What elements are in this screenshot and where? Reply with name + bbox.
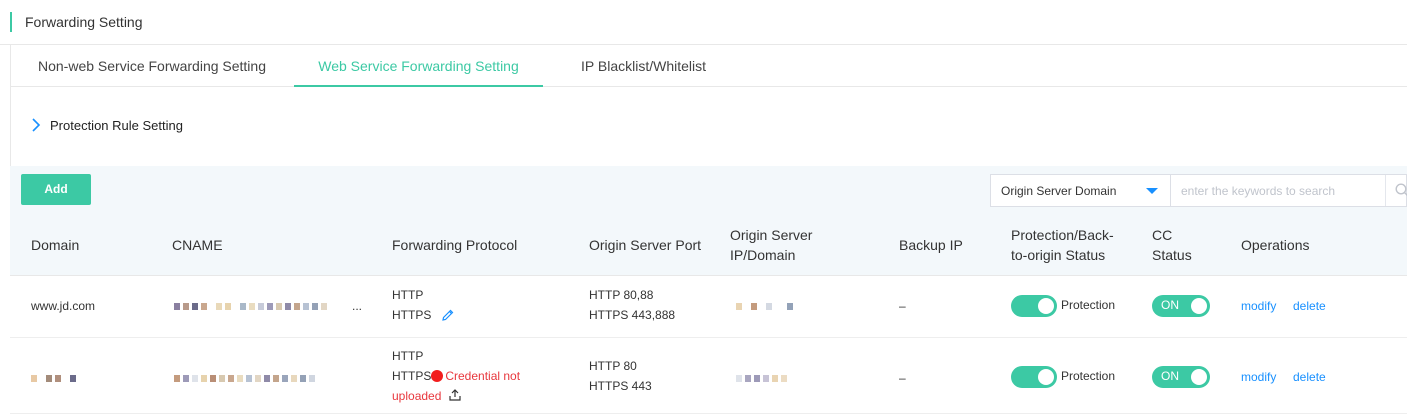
cell-domain bbox=[31, 368, 111, 388]
search-box bbox=[1170, 174, 1407, 207]
search-field-selected: Origin Server Domain bbox=[1001, 184, 1117, 198]
table-row: HTTP HTTPS Credential not uploaded HTTP 8… bbox=[10, 338, 1407, 414]
cell-cname: ... bbox=[174, 296, 374, 316]
cell-origin bbox=[736, 296, 816, 316]
toggle-knob bbox=[1038, 298, 1054, 314]
port-https: HTTPS 443 bbox=[589, 379, 652, 393]
protection-rule-label: Protection Rule Setting bbox=[50, 118, 183, 133]
table-row: www.jd.com ... HTTP HTTPS HTTP 80,88 HTT… bbox=[10, 276, 1407, 338]
toggle-knob bbox=[1191, 298, 1207, 314]
cc-toggle-label: ON bbox=[1161, 369, 1179, 383]
protection-label: Protection bbox=[1061, 369, 1116, 383]
upload-icon[interactable] bbox=[448, 388, 462, 402]
col-header-cname: CNAME bbox=[172, 237, 223, 253]
col-header-status-line1: Protection/Back- bbox=[1011, 227, 1114, 243]
port-http: HTTP 80,88 bbox=[589, 288, 654, 302]
cell-cname bbox=[174, 368, 374, 388]
col-header-cc-line2: Status bbox=[1152, 247, 1192, 263]
col-header-operations: Operations bbox=[1241, 237, 1310, 253]
credential-warning-line1: Credential not bbox=[445, 369, 521, 383]
col-header-origin: Origin Server IP/Domain bbox=[730, 225, 812, 265]
cell-protocol: HTTP HTTPS bbox=[392, 285, 455, 325]
tab-web-forwarding[interactable]: Web Service Forwarding Setting bbox=[294, 45, 543, 87]
col-header-cc: CC Status bbox=[1152, 225, 1192, 265]
edit-pencil-icon[interactable] bbox=[441, 308, 455, 322]
cell-domain: www.jd.com bbox=[31, 299, 96, 313]
cell-backup-ip: – bbox=[899, 371, 906, 385]
protocol-https: HTTPS bbox=[392, 369, 432, 383]
col-header-cc-line1: CC bbox=[1152, 227, 1173, 243]
page-header: Forwarding Setting bbox=[0, 0, 1407, 45]
search-input[interactable] bbox=[1171, 175, 1386, 206]
col-header-domain: Domain bbox=[31, 237, 80, 253]
col-header-port: Origin Server Port bbox=[589, 237, 702, 253]
port-http: HTTP 80 bbox=[589, 359, 637, 373]
redacted-domain bbox=[31, 375, 79, 382]
cc-toggle[interactable]: ON bbox=[1152, 366, 1210, 388]
delete-link[interactable]: delete bbox=[1293, 367, 1326, 387]
caret-down-icon bbox=[1146, 188, 1158, 194]
cname-ellipsis: ... bbox=[352, 299, 363, 313]
col-header-protocol: Forwarding Protocol bbox=[392, 237, 518, 253]
col-header-backup-ip: Backup IP bbox=[899, 237, 963, 253]
cell-port: HTTP 80 HTTPS 443 bbox=[589, 356, 652, 396]
chevron-right-icon[interactable] bbox=[30, 115, 44, 135]
tab-non-web-forwarding[interactable]: Non-web Service Forwarding Setting bbox=[11, 45, 293, 87]
redacted-cname bbox=[174, 375, 318, 382]
protocol-https: HTTPS bbox=[392, 308, 432, 322]
tab-bar: Non-web Service Forwarding Setting Web S… bbox=[10, 45, 1407, 87]
search-divider bbox=[1385, 175, 1386, 206]
protocol-https-line: HTTPS Credential not bbox=[392, 366, 520, 386]
add-button[interactable]: Add bbox=[21, 174, 91, 205]
table-header: Domain CNAME Forwarding Protocol Origin … bbox=[10, 215, 1407, 276]
cell-origin bbox=[736, 368, 816, 388]
redacted-cname bbox=[174, 303, 330, 310]
search-icon[interactable] bbox=[1395, 183, 1407, 197]
protection-toggle[interactable] bbox=[1011, 366, 1057, 388]
cc-toggle[interactable]: ON bbox=[1152, 295, 1210, 317]
protocol-http: HTTP bbox=[392, 288, 424, 302]
cell-backup-ip: – bbox=[899, 299, 906, 313]
error-dot-icon bbox=[431, 370, 444, 382]
credential-warning-line2: uploaded bbox=[392, 389, 442, 403]
page-title: Forwarding Setting bbox=[25, 14, 143, 30]
redacted-origin bbox=[736, 375, 790, 382]
protection-rule-section[interactable]: Protection Rule Setting bbox=[10, 87, 1407, 166]
col-header-origin-line1: Origin Server bbox=[730, 227, 813, 243]
toggle-knob bbox=[1038, 369, 1054, 385]
redacted-origin bbox=[736, 303, 796, 310]
col-header-status-line2: to-origin Status bbox=[1011, 247, 1106, 263]
toggle-knob bbox=[1191, 369, 1207, 385]
protocol-http: HTTP bbox=[392, 349, 424, 363]
search-field-select[interactable]: Origin Server Domain bbox=[990, 174, 1170, 207]
credential-warning-line2-wrap: uploaded bbox=[392, 386, 520, 406]
title-accent-bar bbox=[10, 12, 12, 32]
port-https: HTTPS 443,888 bbox=[589, 308, 676, 322]
cell-protocol: HTTP HTTPS Credential not uploaded bbox=[392, 346, 520, 406]
modify-link[interactable]: modify bbox=[1241, 296, 1276, 316]
col-header-status: Protection/Back- to-origin Status bbox=[1011, 225, 1114, 265]
modify-link[interactable]: modify bbox=[1241, 367, 1276, 387]
col-header-origin-line2: IP/Domain bbox=[730, 247, 796, 263]
tab-ip-blacklist-whitelist[interactable]: IP Blacklist/Whitelist bbox=[551, 45, 736, 87]
protection-label: Protection bbox=[1061, 298, 1116, 312]
table-toolbar: Add Origin Server Domain bbox=[10, 166, 1407, 215]
cell-port: HTTP 80,88 HTTPS 443,888 bbox=[589, 285, 675, 325]
protection-toggle[interactable] bbox=[1011, 295, 1057, 317]
cc-toggle-label: ON bbox=[1161, 298, 1179, 312]
delete-link[interactable]: delete bbox=[1293, 296, 1326, 316]
protocol-https-line: HTTPS bbox=[392, 305, 455, 325]
